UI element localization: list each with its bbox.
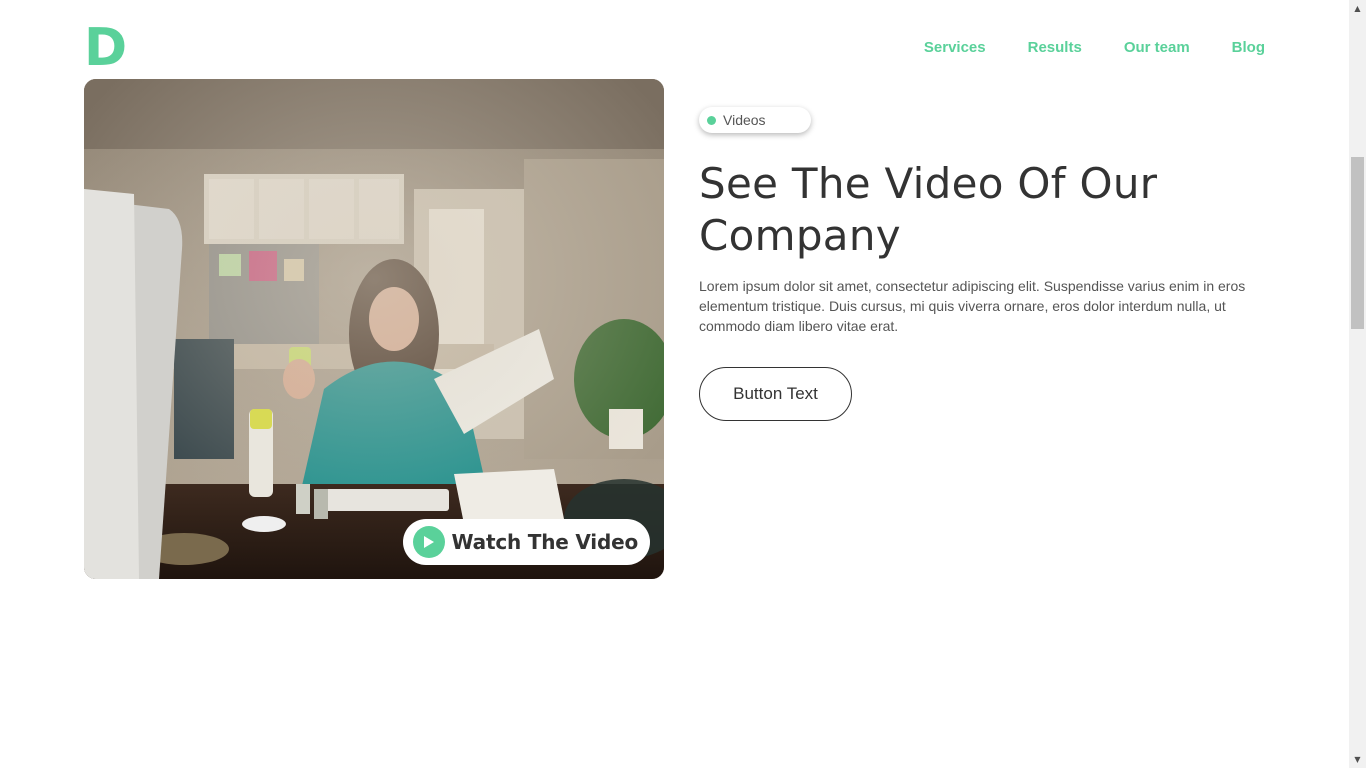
scrollbar-thumb[interactable] (1351, 157, 1364, 329)
section-description: Lorem ipsum dolor sit amet, consectetur … (699, 278, 1246, 334)
nav-link-results[interactable]: Results (1028, 40, 1082, 56)
nav-link-services[interactable]: Services (924, 40, 986, 56)
section-heading: See The Video Of Our Company (699, 159, 1158, 260)
scroll-down-icon[interactable]: ▼ (1349, 751, 1366, 768)
main-nav: Services Results Our team Blog (924, 40, 1265, 56)
category-tag: Videos (699, 107, 811, 133)
watch-video-button[interactable]: Watch The Video (402, 519, 650, 565)
video-photo (84, 79, 664, 579)
watch-video-label: Watch The Video (451, 530, 639, 554)
video-thumbnail[interactable]: Watch The Video (84, 79, 664, 579)
nav-link-our-team[interactable]: Our team (1124, 40, 1190, 56)
vertical-scrollbar[interactable]: ▲ ▼ (1349, 0, 1366, 768)
logo[interactable]: D (84, 22, 127, 74)
dot-icon (707, 115, 716, 125)
scroll-up-icon[interactable]: ▲ (1349, 0, 1366, 17)
play-icon (412, 526, 445, 558)
page: D Services Results Our team Blog Watch T… (0, 0, 1349, 768)
primary-button[interactable]: Button Text (699, 367, 852, 421)
nav-link-blog[interactable]: Blog (1232, 40, 1265, 56)
category-tag-label: Videos (723, 112, 766, 128)
